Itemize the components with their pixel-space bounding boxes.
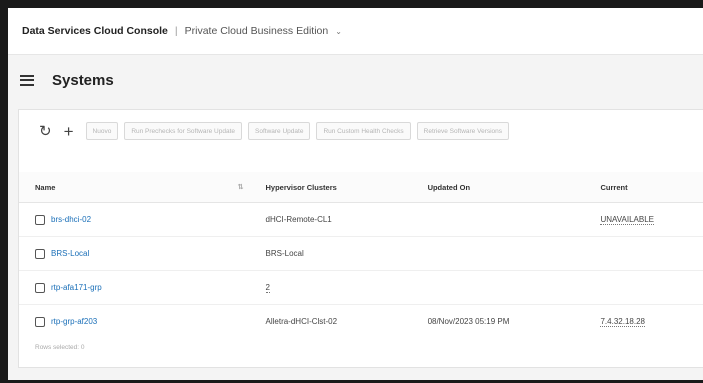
nuovo-button[interactable]: Nuovo xyxy=(85,122,119,140)
edition-label: Private Cloud Business Edition xyxy=(184,25,329,37)
page-title: Systems xyxy=(52,71,114,89)
retrieve-versions-button[interactable]: Retrieve Software Versions xyxy=(416,122,510,140)
row-checkbox[interactable] xyxy=(35,316,45,327)
column-header-hypervisor[interactable]: Hypervisor Clusters xyxy=(262,183,428,192)
row-checkbox[interactable] xyxy=(35,282,45,293)
system-name-link[interactable]: rtp-afa171-grp xyxy=(51,283,102,292)
toolbar: ↻ + Nuovo Run Prechecks for Software Upd… xyxy=(19,110,703,152)
column-header-updated[interactable]: Updated On xyxy=(428,183,596,192)
hamburger-icon[interactable] xyxy=(20,74,34,86)
hypervisor-cell: BRS-Local xyxy=(265,249,304,258)
run-health-checks-button[interactable]: Run Custom Health Checks xyxy=(316,122,411,140)
row-checkbox[interactable] xyxy=(35,248,45,259)
system-name-link[interactable]: BRS-Local xyxy=(51,249,89,258)
main-content: Systems ↻ + Nuovo Run Prechecks for Soft… xyxy=(8,55,703,380)
table-row[interactable]: rtp-afa171-grp 2 xyxy=(19,271,703,305)
page-header: Systems xyxy=(8,55,703,105)
header-separator: | xyxy=(174,25,178,37)
column-header-name[interactable]: Name ⇅ xyxy=(19,183,262,192)
sort-icon[interactable]: ⇅ xyxy=(238,183,244,191)
run-prechecks-button[interactable]: Run Prechecks for Software Update xyxy=(124,122,243,140)
software-update-button[interactable]: Software Update xyxy=(248,122,311,140)
row-checkbox[interactable] xyxy=(35,214,45,225)
plus-icon[interactable]: + xyxy=(64,123,74,140)
chevron-down-icon[interactable]: ⌄ xyxy=(335,27,342,36)
table-header: Name ⇅ Hypervisor Clusters Updated On Cu… xyxy=(19,172,703,203)
top-bar: Data Services Cloud Console | Private Cl… xyxy=(8,8,703,55)
hypervisor-cell[interactable]: 2 xyxy=(265,283,270,293)
system-name-link[interactable]: rtp-grp-af203 xyxy=(51,317,97,326)
refresh-icon[interactable]: ↻ xyxy=(39,124,52,139)
hypervisor-cell: Alletra-dHCI-Clst-02 xyxy=(265,317,338,326)
table-row[interactable]: brs-dhci-02 dHCI-Remote-CL1 UNAVAILABLE xyxy=(19,203,703,237)
hypervisor-cell: dHCI-Remote-CL1 xyxy=(265,215,332,224)
current-version-cell: UNAVAILABLE xyxy=(600,215,654,225)
rows-selected-text: Rows selected: 0 xyxy=(35,344,85,351)
edition-selector[interactable]: Private Cloud Business Edition ⌄ xyxy=(185,25,342,37)
column-header-current[interactable]: Current xyxy=(595,183,703,192)
app-window: Data Services Cloud Console | Private Cl… xyxy=(8,8,703,380)
updated-cell: 08/Nov/2023 05:19 PM xyxy=(427,317,510,326)
systems-card: ↻ + Nuovo Run Prechecks for Software Upd… xyxy=(18,109,703,368)
systems-table: Name ⇅ Hypervisor Clusters Updated On Cu… xyxy=(19,172,703,338)
table-row[interactable]: BRS-Local BRS-Local xyxy=(19,237,703,271)
app-title[interactable]: Data Services Cloud Console xyxy=(22,25,168,37)
current-version-cell: 7.4.32.18.28 xyxy=(600,317,645,327)
table-row[interactable]: rtp-grp-af203 Alletra-dHCI-Clst-02 08/No… xyxy=(19,305,703,338)
system-name-link[interactable]: brs-dhci-02 xyxy=(51,215,91,224)
